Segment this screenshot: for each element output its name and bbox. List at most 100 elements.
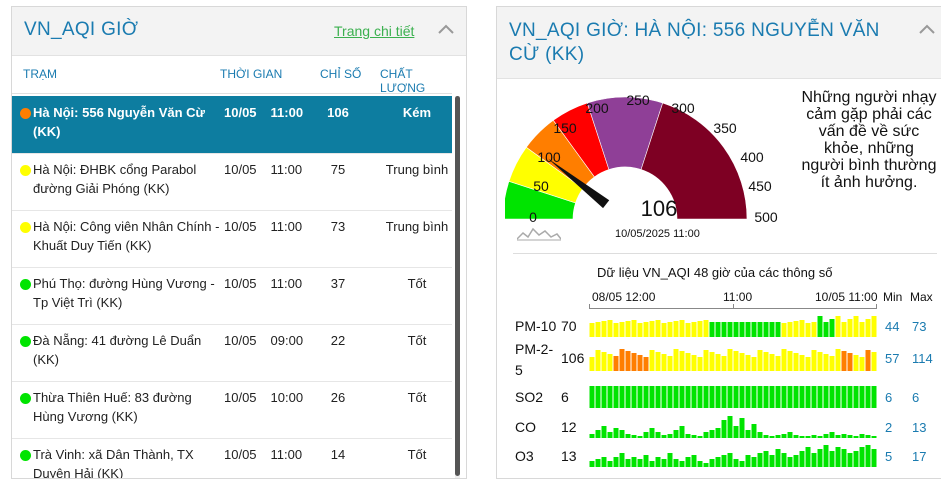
hourly-bar[interactable] [763, 435, 769, 438]
hourly-bar[interactable] [631, 320, 637, 337]
param-row[interactable]: PM-10 70 44 73 [497, 316, 941, 345]
hourly-bar[interactable] [775, 322, 781, 337]
hourly-bar[interactable] [697, 461, 703, 467]
hourly-bar[interactable] [589, 434, 595, 438]
hourly-bar[interactable] [751, 322, 757, 337]
hourly-bar[interactable] [859, 434, 865, 438]
hourly-bar[interactable] [655, 457, 661, 467]
hourly-bar[interactable] [703, 432, 709, 438]
hourly-bar[interactable] [787, 457, 793, 467]
hourly-bar[interactable] [637, 386, 643, 408]
hourly-bar[interactable] [691, 322, 697, 337]
hourly-bar[interactable] [727, 322, 733, 337]
hourly-bar[interactable] [775, 356, 781, 371]
hourly-bar[interactable] [769, 386, 775, 408]
hourly-bar[interactable] [709, 386, 715, 408]
hourly-bar[interactable] [625, 351, 631, 371]
hourly-bar[interactable] [727, 386, 733, 408]
hourly-bar[interactable] [637, 459, 643, 467]
hourly-bar[interactable] [865, 445, 871, 467]
hourly-bar[interactable] [799, 355, 805, 371]
hourly-bar[interactable] [595, 430, 601, 438]
hourly-bar[interactable] [607, 432, 613, 438]
station-row[interactable]: Hà Nội: ĐHBK cổng Parabol đường Giải Phó… [12, 153, 452, 211]
hourly-bar[interactable] [829, 319, 835, 337]
hourly-bar[interactable] [613, 356, 619, 371]
hourly-bar[interactable] [619, 386, 625, 408]
hourly-bar[interactable] [853, 316, 859, 337]
hourly-bar[interactable] [745, 355, 751, 371]
hourly-bar[interactable] [859, 357, 865, 371]
hourly-bar[interactable] [805, 447, 811, 467]
hourly-bar[interactable] [865, 319, 871, 337]
hourly-bar[interactable] [787, 432, 793, 438]
hourly-bar[interactable] [619, 349, 625, 371]
hourly-bar[interactable] [757, 386, 763, 408]
hourly-bar[interactable] [661, 386, 667, 408]
hourly-bar[interactable] [841, 449, 847, 467]
hourly-bar[interactable] [751, 457, 757, 467]
hourly-bar[interactable] [703, 320, 709, 337]
hourly-bar[interactable] [667, 356, 673, 371]
hourly-bar[interactable] [745, 455, 751, 467]
hourly-bar[interactable] [829, 432, 835, 438]
hourly-bar[interactable] [793, 353, 799, 371]
hourly-bar[interactable] [613, 386, 619, 408]
hourly-bar[interactable] [703, 463, 709, 467]
hourly-bar[interactable] [679, 351, 685, 371]
hourly-bar[interactable] [715, 354, 721, 371]
hourly-bar[interactable] [799, 320, 805, 337]
hourly-bar[interactable] [667, 322, 673, 337]
hourly-bar[interactable] [835, 386, 841, 408]
hourly-bar[interactable] [745, 322, 751, 337]
hourly-bar[interactable] [595, 386, 601, 408]
hourly-bar[interactable] [703, 386, 709, 408]
hourly-bar[interactable] [715, 386, 721, 408]
hourly-bar[interactable] [835, 316, 841, 337]
hourly-bar[interactable] [811, 322, 817, 337]
hourly-bar[interactable] [817, 449, 823, 467]
hourly-bar[interactable] [751, 424, 757, 438]
hourly-bar[interactable] [715, 457, 721, 467]
hourly-bar[interactable] [589, 386, 595, 408]
param-row[interactable]: CO 12 2 13 [497, 416, 941, 446]
hourly-bar[interactable] [745, 386, 751, 408]
hourly-bar[interactable] [607, 354, 613, 371]
hourly-bar[interactable] [823, 434, 829, 438]
hourly-bar[interactable] [661, 354, 667, 371]
hourly-bar[interactable] [637, 323, 643, 337]
hourly-bar[interactable] [817, 436, 823, 438]
hourly-bar[interactable] [691, 386, 697, 408]
hourly-bar[interactable] [733, 386, 739, 408]
hourly-bar[interactable] [691, 455, 697, 467]
hourly-bar[interactable] [871, 316, 877, 337]
hourly-bar[interactable] [643, 322, 649, 337]
hourly-bar[interactable] [847, 435, 853, 438]
hourly-bar[interactable] [751, 386, 757, 408]
hourly-bar[interactable] [793, 386, 799, 408]
hourly-bar[interactable] [697, 386, 703, 408]
hourly-bar[interactable] [817, 352, 823, 371]
hourly-bar[interactable] [811, 453, 817, 467]
hourly-bar[interactable] [841, 351, 847, 371]
hourly-bar[interactable] [709, 430, 715, 438]
hourly-bar[interactable] [607, 386, 613, 408]
hourly-bar[interactable] [829, 451, 835, 467]
hourly-bar[interactable] [679, 386, 685, 408]
hourly-bar[interactable] [787, 386, 793, 408]
hourly-bar[interactable] [715, 322, 721, 337]
hourly-bar[interactable] [763, 386, 769, 408]
hourly-bar[interactable] [673, 386, 679, 408]
hourly-bar[interactable] [775, 435, 781, 438]
hourly-bar[interactable] [847, 319, 853, 337]
col-time[interactable]: THỜI GIAN [220, 67, 282, 81]
hourly-bar[interactable] [721, 356, 727, 371]
hourly-bar[interactable] [643, 455, 649, 467]
hourly-bar[interactable] [595, 459, 601, 467]
hourly-bar[interactable] [625, 386, 631, 408]
hourly-bar[interactable] [823, 322, 829, 337]
hourly-bar[interactable] [859, 447, 865, 467]
hourly-bar[interactable] [727, 349, 733, 371]
hourly-bar[interactable] [739, 461, 745, 467]
hourly-bar[interactable] [823, 386, 829, 408]
